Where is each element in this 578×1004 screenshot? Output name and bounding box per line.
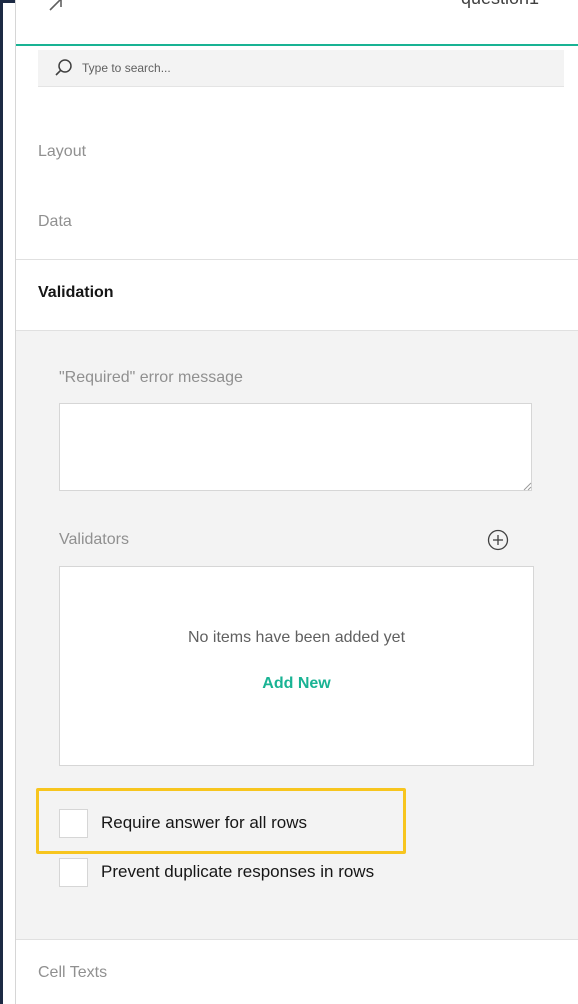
require-all-rows-checkbox[interactable] [59, 809, 88, 838]
add-new-validator-link[interactable]: Add New [60, 675, 533, 693]
required-error-label: "Required" error message [59, 369, 243, 386]
validation-section-body: "Required" error message Validators No i… [16, 331, 578, 940]
prevent-duplicates-checkbox[interactable] [59, 858, 88, 887]
prevent-duplicates-label[interactable]: Prevent duplicate responses in rows [101, 862, 374, 882]
required-error-textarea[interactable] [59, 403, 532, 491]
window-frame-left [0, 0, 3, 1004]
selected-object-label: question1 [461, 0, 539, 9]
section-cell-texts-label: Cell Texts [38, 964, 108, 981]
arrow-up-left-icon[interactable] [44, 0, 68, 12]
resize-grip-icon[interactable] [523, 482, 532, 491]
add-circle-icon[interactable] [487, 529, 509, 551]
section-layout-label: Layout [38, 143, 87, 160]
section-cell-texts[interactable]: Cell Texts [16, 940, 578, 1004]
validators-empty-text: No items have been added yet [187, 629, 406, 646]
section-layout[interactable]: Layout [16, 119, 578, 190]
search-icon [55, 59, 72, 76]
panel-header: question1 [16, 0, 578, 46]
require-all-rows-label[interactable]: Require answer for all rows [101, 813, 307, 833]
section-validation-label: Validation [38, 284, 114, 301]
section-data[interactable]: Data [16, 189, 578, 260]
validators-label: Validators [59, 531, 129, 548]
property-grid-panel: question1 Layout Data Validation "Requir… [15, 0, 578, 1004]
section-validation[interactable]: Validation [16, 260, 578, 331]
validators-list: No items have been added yet Add New [59, 566, 534, 766]
section-data-label: Data [38, 213, 72, 230]
search-input[interactable] [82, 57, 542, 79]
header-accent-line [16, 44, 578, 46]
search-bar [38, 50, 564, 87]
